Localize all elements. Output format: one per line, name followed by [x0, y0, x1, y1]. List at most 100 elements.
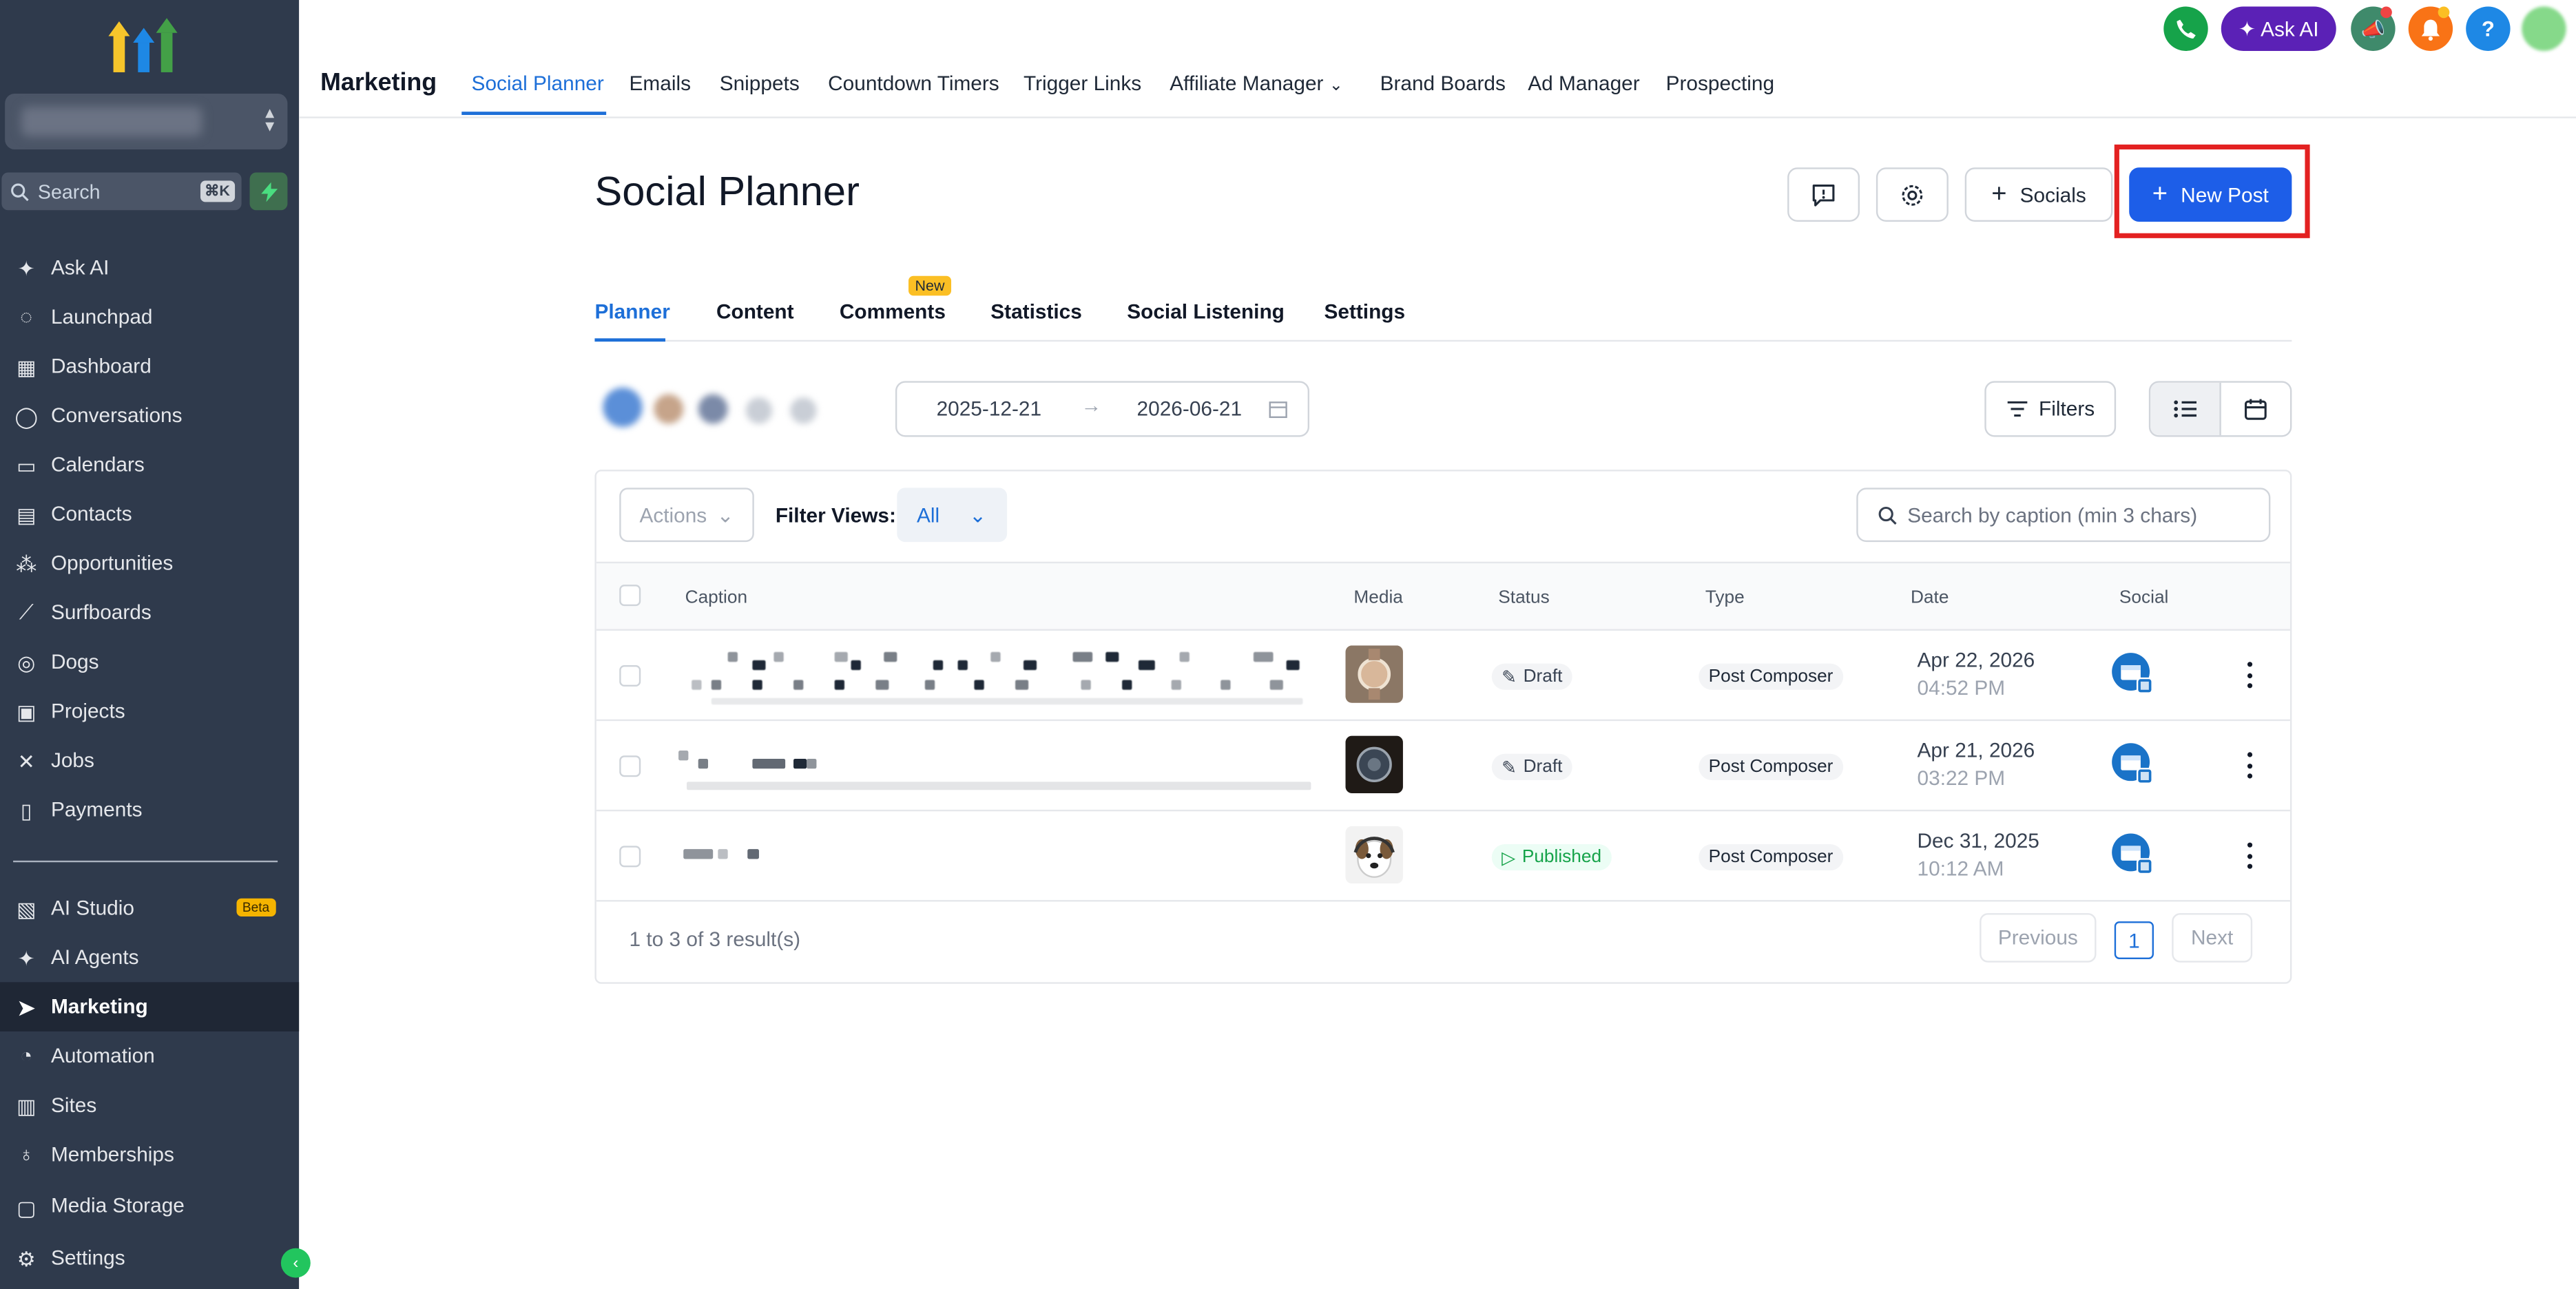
sidebar-item-ask-ai[interactable]: ✦ Ask AI [0, 243, 299, 293]
chat-icon: ◯ [14, 404, 38, 428]
sidebar-item-settings[interactable]: ⚙ Settings [0, 1233, 299, 1283]
tab-affiliate-manager[interactable]: Affiliate Manager ⌄ [1170, 72, 1343, 95]
tab-snippets[interactable]: Snippets [720, 72, 800, 95]
chevron-down-icon: ⌄ [1329, 77, 1343, 96]
tab-social-planner[interactable]: Social Planner [472, 72, 604, 95]
tab-statistics[interactable]: Statistics [990, 300, 1082, 323]
tab-prospecting[interactable]: Prospecting [1666, 72, 1774, 95]
status-label: Draft [1523, 667, 1563, 687]
tab-planner[interactable]: Planner [594, 300, 669, 323]
media-thumbnail[interactable] [1345, 735, 1403, 794]
search-shortcut: ⌘K [199, 180, 236, 202]
media-thumbnail[interactable] [1345, 826, 1403, 884]
sidebar-item-dashboard[interactable]: ▦ Dashboard [0, 342, 299, 391]
sidebar-item-payments[interactable]: ▯ Payments [0, 785, 299, 835]
column-social[interactable]: Social [2119, 588, 2168, 608]
feedback-button[interactable] [1787, 167, 1860, 222]
active-subtab-indicator [594, 338, 666, 342]
sidebar-item-media-storage[interactable]: ▢ Media Storage [0, 1182, 299, 1219]
media-thumbnail[interactable] [1345, 645, 1403, 703]
sidebar-item-label: Memberships [50, 1143, 174, 1166]
chevron-updown-icon: ▴ ▾ [265, 103, 275, 136]
previous-page-button[interactable]: Previous [1980, 913, 2097, 963]
highlight-box [2114, 144, 2310, 238]
column-date[interactable]: Date [1911, 588, 1949, 608]
sidebar-item-surfboards[interactable]: ⟋ Surfboards [0, 588, 299, 638]
row-menu-button[interactable] [2243, 842, 2256, 869]
ask-ai-button[interactable]: ✦ Ask AI [2221, 6, 2336, 51]
folder-icon: ▢ [17, 1196, 37, 1219]
sidebar-item-dogs[interactable]: ◎ Dogs [0, 637, 299, 687]
filter-views-select[interactable]: All ⌄ [897, 488, 1008, 543]
account-filter-avatars[interactable] [594, 381, 866, 435]
sidebar-item-contacts[interactable]: ▤ Contacts [0, 490, 299, 539]
select-all-checkbox[interactable] [619, 585, 641, 607]
next-page-button[interactable]: Next [2172, 913, 2253, 963]
sidebar-item-label: Marketing [50, 995, 148, 1018]
calendar-view-button[interactable] [2221, 383, 2290, 435]
sidebar-item-memberships[interactable]: ♁ Memberships [0, 1130, 299, 1180]
new-badge: New [908, 275, 952, 296]
sidebar-item-opportunities[interactable]: ⁂ Opportunities [0, 538, 299, 588]
sidebar-item-automation[interactable]: ◔ Automation [0, 1031, 299, 1081]
tab-brand-boards[interactable]: Brand Boards [1380, 72, 1506, 95]
avatar[interactable] [2522, 6, 2566, 51]
rocket-icon: ◌ [20, 305, 33, 329]
filters-button[interactable]: Filters [1984, 381, 2117, 437]
tab-trigger-links[interactable]: Trigger Links [1024, 72, 1141, 95]
help-icon: ? [2481, 16, 2495, 41]
sidebar-item-sites[interactable]: ▥ Sites [0, 1080, 299, 1130]
page-title: Social Planner [594, 169, 860, 216]
phone-icon [2177, 19, 2196, 39]
account-name [21, 107, 202, 136]
quick-action-button[interactable] [249, 172, 288, 211]
tab-emails[interactable]: Emails [630, 72, 691, 95]
post-date: Apr 22, 2026 [1917, 649, 2035, 672]
page-number-button[interactable]: 1 [2114, 921, 2154, 959]
sidebar-item-ai-studio[interactable]: ▧ AI Studio Beta [0, 883, 299, 933]
tab-ad-manager[interactable]: Ad Manager [1528, 72, 1639, 95]
list-icon [2173, 400, 2196, 418]
settings-button[interactable] [1876, 167, 1949, 222]
column-type[interactable]: Type [1705, 588, 1745, 608]
opportunities-icon: ⁂ [16, 552, 37, 576]
row-menu-button[interactable] [2243, 752, 2256, 779]
sidebar-search[interactable]: Search ⌘K [1, 172, 242, 211]
table-row[interactable]: ✎ Draft Post Composer Apr 21, 2026 03:22 … [596, 721, 2290, 812]
column-media[interactable]: Media [1353, 588, 1402, 608]
table-row[interactable]: ✎ Draft Post Composer Apr 22, 2026 04:52 … [596, 631, 2290, 722]
tab-social-listening[interactable]: Social Listening [1127, 300, 1285, 323]
account-switcher[interactable]: ▴ ▾ [5, 93, 288, 150]
column-caption[interactable]: Caption [685, 588, 747, 608]
collapse-sidebar-button[interactable]: ‹ [280, 1248, 311, 1278]
help-button[interactable]: ? [2466, 6, 2511, 51]
sidebar-item-ai-agents[interactable]: ✦ AI Agents [0, 933, 299, 983]
row-checkbox[interactable] [619, 755, 641, 777]
sidebar-item-label: Settings [50, 1246, 125, 1270]
sidebar-item-marketing[interactable]: ➤ Marketing [0, 982, 300, 1031]
logo-icon[interactable] [108, 13, 180, 72]
column-status[interactable]: Status [1498, 588, 1549, 608]
sidebar-item-calendars[interactable]: ▭ Calendars [0, 440, 299, 490]
add-socials-button[interactable]: + Socials [1964, 167, 2113, 222]
type-badge: Post Composer [1699, 843, 1843, 871]
tab-comments[interactable]: Comments [840, 300, 946, 323]
row-checkbox[interactable] [619, 846, 641, 868]
list-view-button[interactable] [2150, 382, 2221, 436]
sidebar-item-launchpad[interactable]: ◌ Launchpad [0, 293, 299, 342]
sidebar-item-conversations[interactable]: ◯ Conversations [0, 391, 299, 441]
sidebar-item-jobs[interactable]: ✕ Jobs [0, 736, 299, 786]
row-checkbox[interactable] [619, 665, 641, 687]
phone-button[interactable] [2163, 6, 2208, 51]
table-row[interactable]: ▷ Published Post Composer Dec 31, 2025 10… [596, 811, 2290, 902]
actions-dropdown[interactable]: Actions ⌄ [619, 488, 754, 543]
tab-content[interactable]: Content [716, 300, 794, 323]
tools-icon: ✕ [17, 749, 35, 773]
sidebar-item-projects[interactable]: ▣ Projects [0, 687, 299, 736]
tab-settings[interactable]: Settings [1324, 300, 1405, 323]
sparkle-icon: ✦ [17, 947, 35, 970]
row-menu-button[interactable] [2243, 662, 2256, 689]
caption-search-input[interactable]: Search by caption (min 3 chars) [1856, 488, 2271, 543]
date-range-picker[interactable]: 2025-12-21 → 2026-06-21 [895, 381, 1310, 437]
tab-countdown-timers[interactable]: Countdown Timers [828, 72, 999, 95]
